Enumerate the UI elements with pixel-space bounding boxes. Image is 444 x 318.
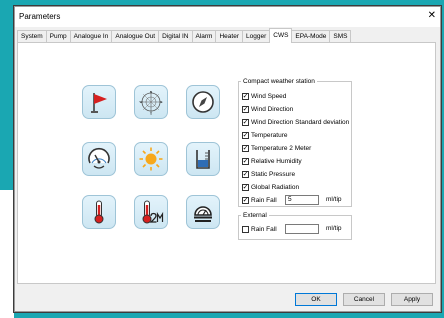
checkbox-box[interactable]: ✓ (242, 144, 249, 152)
close-icon[interactable]: ✕ (428, 10, 436, 21)
external-legend: External (243, 212, 267, 219)
tab-cws[interactable]: CWS (269, 28, 293, 43)
rain-fall-input[interactable]: 5 (285, 195, 319, 205)
svg-text:E: E (161, 100, 163, 104)
sun-icon[interactable] (134, 142, 168, 176)
checkbox-box[interactable] (242, 225, 249, 233)
svg-text:N: N (150, 90, 152, 94)
checkbox-wind-speed[interactable]: ✓ Wind Speed (242, 91, 286, 101)
checkbox-box[interactable]: ✓ (242, 170, 249, 178)
svg-text:W: W (140, 100, 143, 104)
compass-icon[interactable] (186, 85, 220, 119)
checkbox-label: Global Radiation (251, 183, 300, 191)
checkbox-label: Wind Direction (251, 105, 294, 113)
checkbox-box[interactable]: ✓ (242, 131, 249, 139)
checkbox-external-rain-fall[interactable]: Rain Fall (242, 224, 277, 234)
checkbox-label: Temperature 2 Meter (251, 144, 312, 152)
checkbox-box[interactable]: ✓ (242, 183, 249, 191)
checkbox-label: Temperature (251, 131, 288, 139)
checkbox-label: Rain Fall (251, 225, 277, 233)
weather-dome-icon[interactable] (186, 195, 220, 229)
checkbox-box[interactable]: ✓ (242, 157, 249, 165)
rain-gauge-icon[interactable] (186, 142, 220, 176)
rain-fall-unit: ml/tip (326, 196, 342, 203)
external-group: External Rain Fall ml/tip (238, 212, 352, 240)
checkbox-label: Wind Direction Standard deviation (251, 118, 350, 126)
checkbox-label: Static Pressure (251, 170, 296, 178)
cws-panel: NSWE Compact weather station ✓ Wind Speed… (17, 42, 436, 284)
thermometer-2m-icon[interactable] (134, 195, 168, 229)
checkbox-wind-direction[interactable]: ✓ Wind Direction (242, 104, 293, 114)
checkbox-label: Relative Humidity (251, 157, 302, 165)
svg-text:S: S (150, 112, 152, 116)
checkbox-wind-direction-std[interactable]: ✓ Wind Direction Standard deviation (242, 117, 349, 127)
checkbox-global-radiation[interactable]: ✓ Global Radiation (242, 182, 299, 192)
title-bar: Parameters ✕ (15, 7, 440, 27)
pressure-gauge-icon[interactable] (82, 142, 116, 176)
thermometer-icon[interactable] (82, 195, 116, 229)
checkbox-box[interactable]: ✓ (242, 118, 249, 126)
checkbox-label: Rain Fall (251, 196, 277, 204)
checkbox-box[interactable]: ✓ (242, 105, 249, 113)
compact-weather-station-legend: Compact weather station (243, 78, 315, 85)
checkbox-label: Wind Speed (251, 92, 287, 100)
window-title: Parameters (19, 12, 61, 21)
ok-button[interactable]: OK (295, 293, 337, 306)
apply-button[interactable]: Apply (391, 293, 433, 306)
wind-rose-icon[interactable]: N S W E (134, 85, 168, 119)
parameters-dialog: Parameters ✕ System Pump Analogue In Ana… (14, 6, 441, 312)
checkbox-box[interactable]: ✓ (242, 196, 249, 204)
weather-flag-icon[interactable] (82, 85, 116, 119)
external-rain-fall-unit: ml/tip (326, 225, 342, 232)
checkbox-rain-fall[interactable]: ✓ Rain Fall (242, 195, 277, 205)
external-rain-fall-input[interactable] (285, 224, 319, 234)
checkbox-temperature-2m[interactable]: ✓ Temperature 2 Meter (242, 143, 311, 153)
checkbox-temperature[interactable]: ✓ Temperature (242, 130, 288, 140)
checkbox-box[interactable]: ✓ (242, 92, 249, 100)
checkbox-relative-humidity[interactable]: ✓ Relative Humidity (242, 156, 302, 166)
cancel-button[interactable]: Cancel (343, 293, 385, 306)
compact-weather-station-group: Compact weather station ✓ Wind Speed ✓ Win… (238, 78, 352, 207)
desktop-background-white (0, 190, 14, 318)
checkbox-static-pressure[interactable]: ✓ Static Pressure (242, 169, 295, 179)
